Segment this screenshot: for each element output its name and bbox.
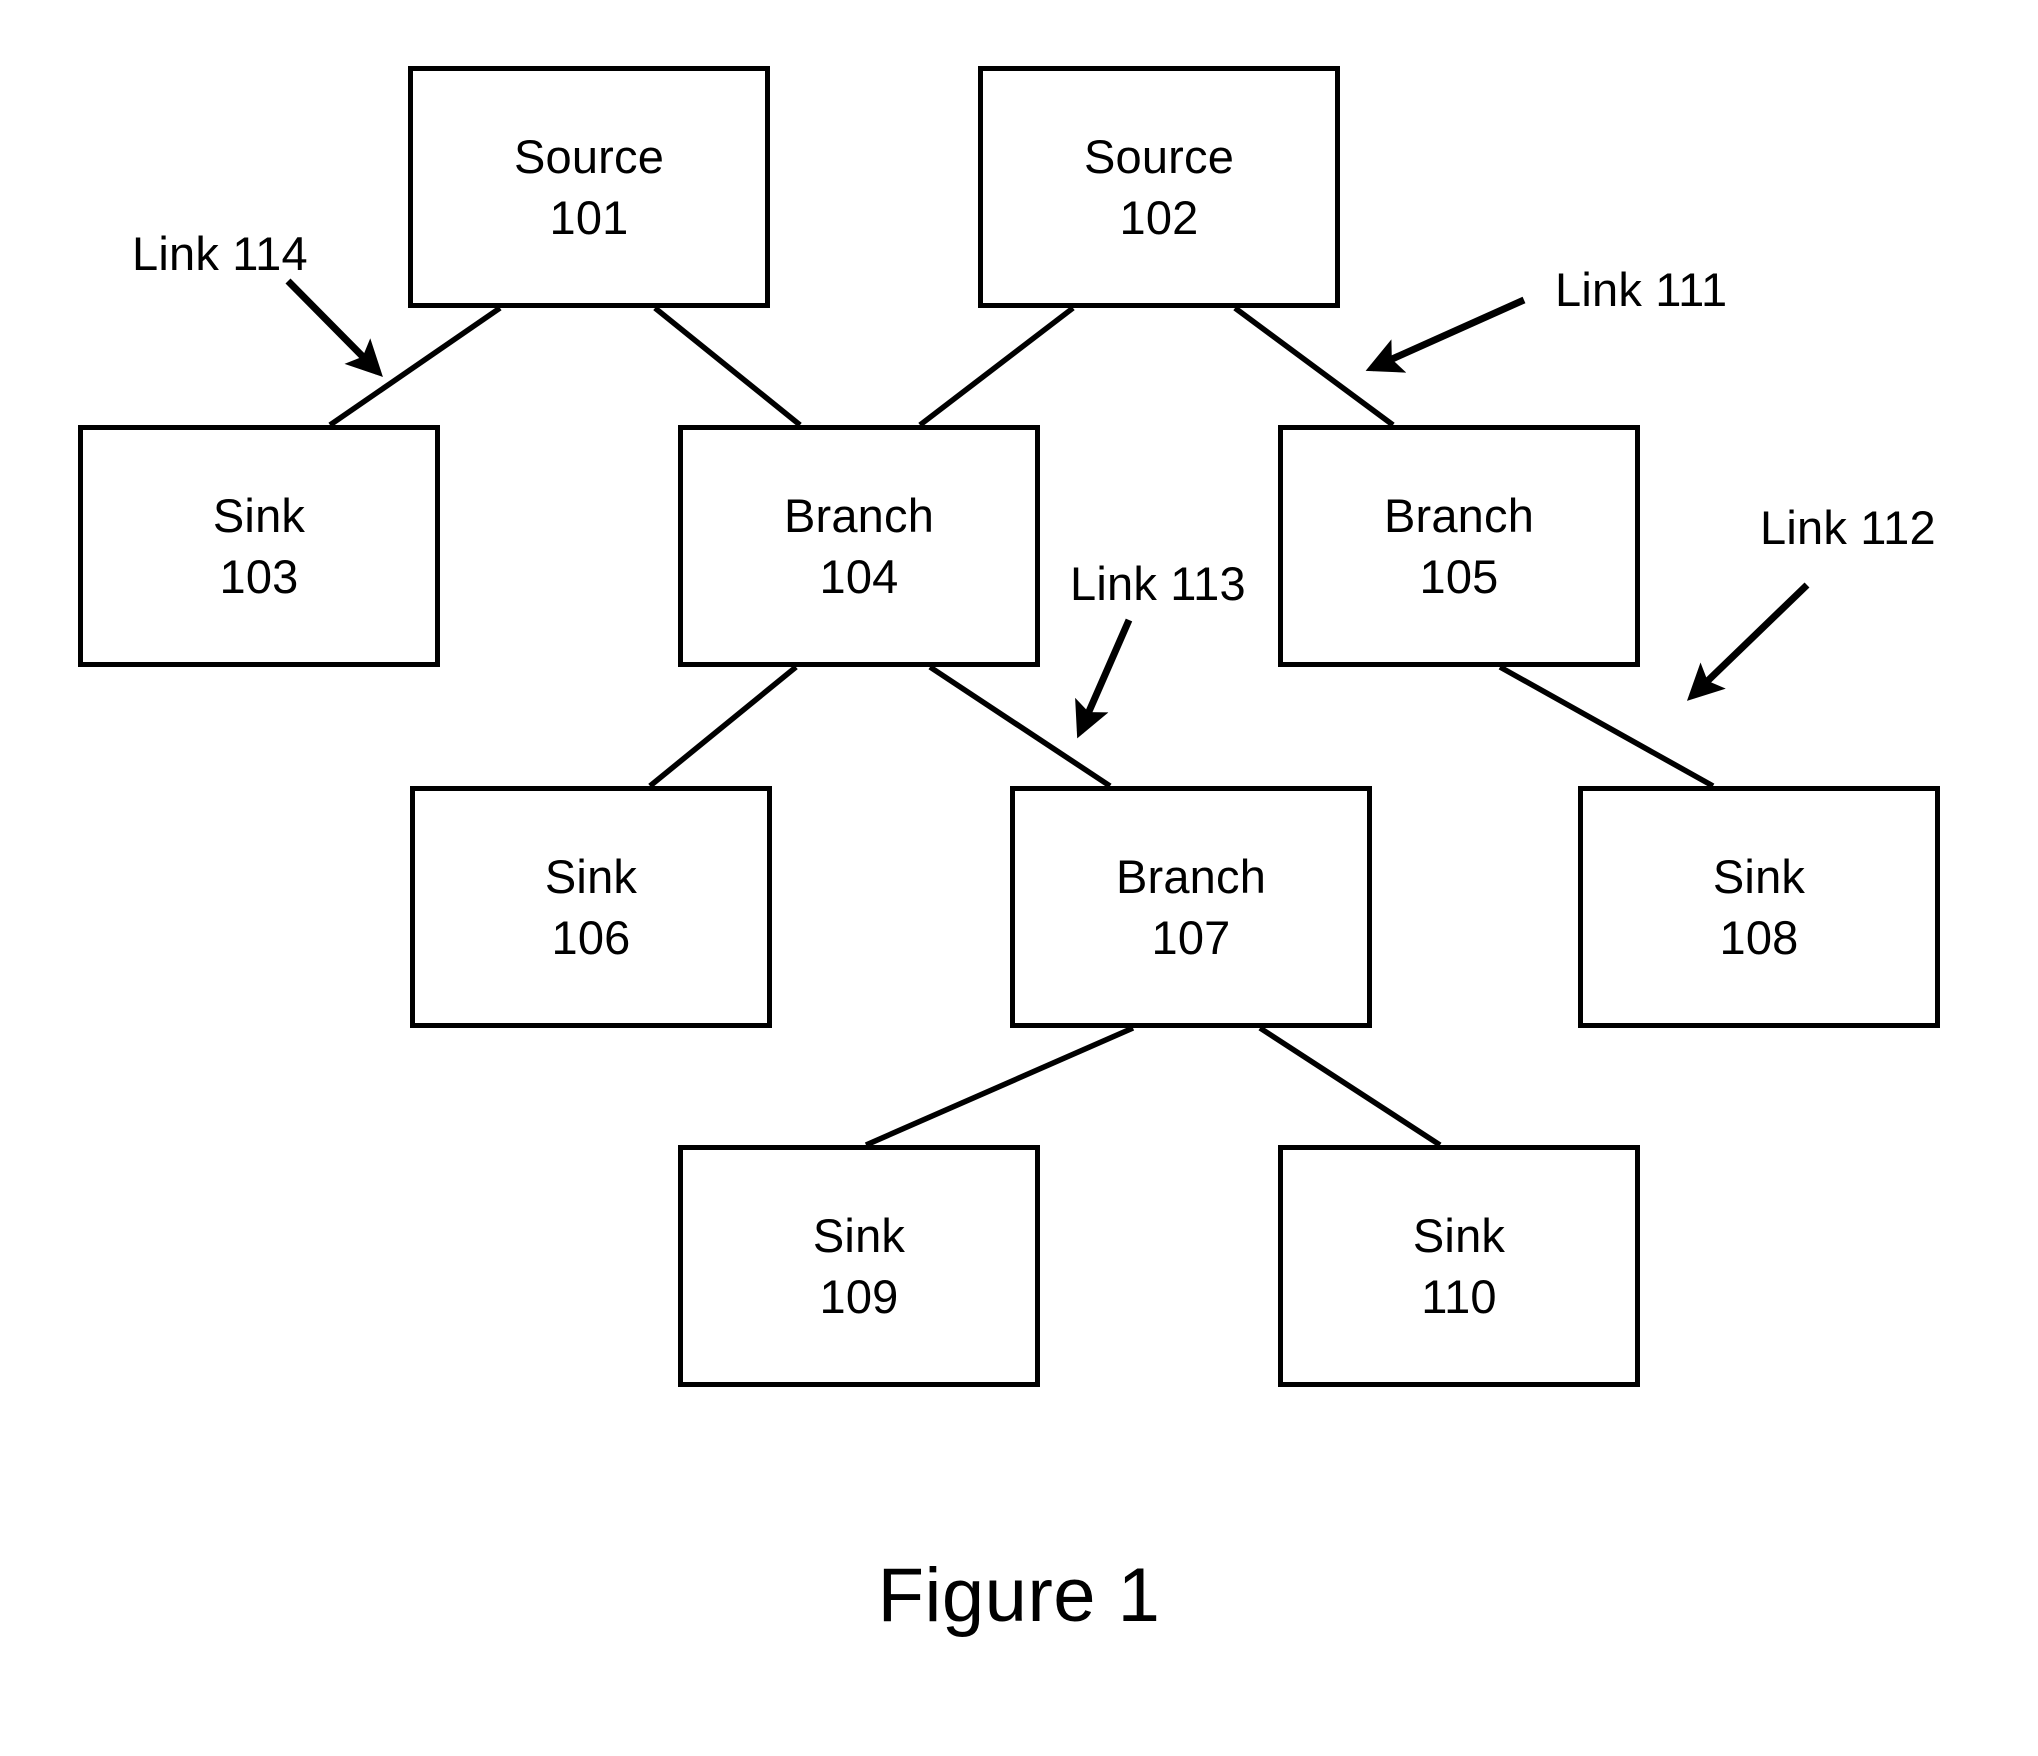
node-number: 101 [549, 191, 629, 244]
node-title: Source [513, 129, 665, 183]
node-title: Branch [1383, 488, 1535, 542]
node-number: 107 [1151, 911, 1231, 964]
edge-107-109 [864, 1025, 1135, 1148]
edge-107-110 [1258, 1025, 1442, 1148]
node-title: Sink [544, 849, 638, 903]
figure-caption: Figure 1 [877, 1553, 1161, 1638]
node-sink-108[interactable]: Sink 108 [1578, 786, 1940, 1028]
node-number: 105 [1419, 550, 1499, 603]
node-source-101[interactable]: Source 101 [408, 66, 770, 308]
node-number: 108 [1719, 911, 1799, 964]
link-112-arrow-icon [1686, 582, 1810, 701]
node-title: Branch [1115, 849, 1267, 903]
edge-102-104 [918, 305, 1075, 428]
node-source-102[interactable]: Source 102 [978, 66, 1340, 308]
node-title: Sink [1412, 1208, 1506, 1262]
node-sink-103[interactable]: Sink 103 [78, 425, 440, 667]
node-title: Sink [812, 1208, 906, 1262]
figure-canvas: Source 101 Source 102 Sink 103 Branch 104 Branch… [0, 0, 2038, 1756]
node-branch-105[interactable]: Branch 105 [1278, 425, 1640, 667]
node-number: 110 [1421, 1270, 1497, 1323]
node-sink-109[interactable]: Sink 109 [678, 1145, 1040, 1387]
link-113-label: Link 113 [1070, 557, 1246, 610]
node-title: Sink [1712, 849, 1806, 903]
node-sink-106[interactable]: Sink 106 [410, 786, 772, 1028]
link-114-arrow-icon [285, 278, 383, 377]
node-sink-110[interactable]: Sink 110 [1278, 1145, 1640, 1387]
edge-101-103 [328, 305, 502, 428]
link-114-label: Link 114 [132, 227, 308, 280]
node-branch-104[interactable]: Branch 104 [678, 425, 1040, 667]
node-number: 104 [819, 550, 899, 603]
node-title: Sink [212, 488, 306, 542]
link-112-label: Link 112 [1760, 501, 1936, 554]
edge-105-108 [1498, 664, 1715, 789]
link-113-arrow-icon [1075, 618, 1133, 739]
link-111-arrow-icon [1365, 296, 1526, 373]
edge-101-104 [653, 305, 802, 428]
node-branch-107[interactable]: Branch 107 [1010, 786, 1372, 1028]
node-title: Branch [783, 488, 935, 542]
node-number: 106 [551, 911, 631, 964]
node-title: Source [1083, 129, 1235, 183]
node-number: 102 [1119, 191, 1199, 244]
node-number: 103 [219, 550, 299, 603]
edge-104-106 [648, 664, 798, 789]
edge-102-105 [1233, 305, 1395, 428]
node-number: 109 [819, 1270, 899, 1323]
link-111-label: Link 111 [1555, 263, 1728, 316]
